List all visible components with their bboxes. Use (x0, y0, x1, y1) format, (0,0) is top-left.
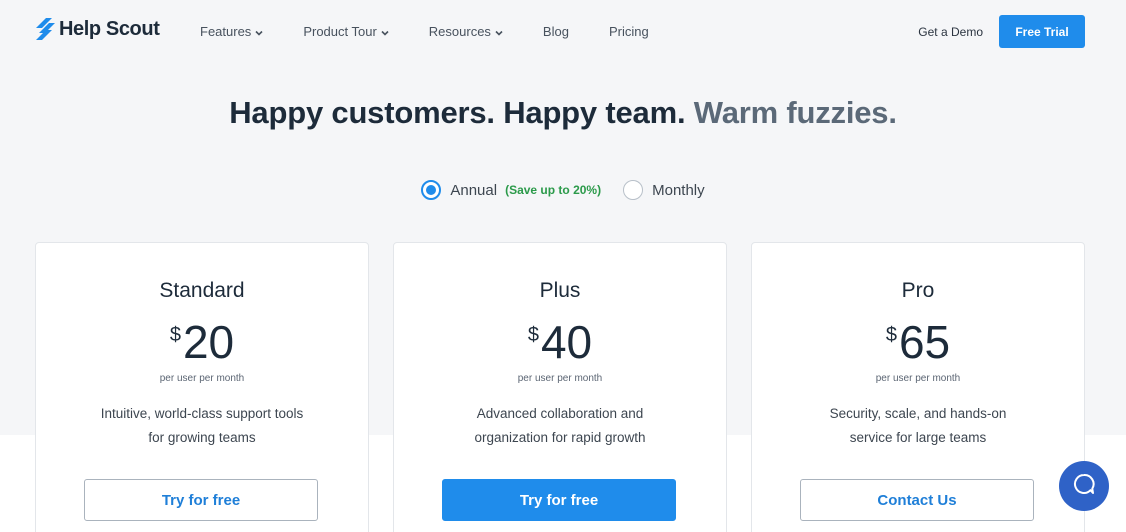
free-trial-button[interactable]: Free Trial (999, 15, 1085, 48)
nav-item-label: Features (200, 24, 252, 39)
nav-item-features[interactable]: Features (200, 24, 263, 39)
plan-description: Security, scale, and hands-on service fo… (752, 402, 1084, 450)
plan-name: Plus (539, 279, 581, 302)
top-navigation: Help Scout Features Product Tour Resourc… (0, 0, 1126, 64)
nav-item-label: Blog (542, 24, 569, 39)
nav-item-blog[interactable]: Blog (543, 24, 569, 39)
logo-text: Help Scout (59, 17, 160, 40)
price-amount: 65 (898, 316, 951, 368)
chat-bubble-icon (1072, 472, 1096, 501)
price-amount: 40 (540, 316, 593, 368)
annual-radio[interactable] (421, 180, 442, 200)
plan-name: Standard (159, 279, 245, 302)
nav-links: Features Product Tour Resources Blog Pri… (200, 24, 689, 39)
radio-selected-dot (426, 185, 437, 195)
price-unit: per user per month (517, 373, 603, 384)
annual-label[interactable]: Annual (450, 182, 497, 199)
headline-main: Happy customers. Happy team. (229, 95, 686, 130)
monthly-label[interactable]: Monthly (652, 182, 705, 199)
plan-card-pro: Pro $ 65 per user per month Security, sc… (751, 242, 1085, 532)
price-unit: per user per month (875, 373, 961, 384)
pro-contact-us-button[interactable]: Contact Us (800, 479, 1034, 521)
standard-try-for-free-button[interactable]: Try for free (84, 479, 318, 521)
plan-price: $ 65 (752, 317, 1084, 367)
help-scout-logo[interactable]: Help Scout (35, 17, 160, 41)
chat-bubble-button[interactable] (1059, 461, 1109, 511)
nav-item-label: Resources (428, 24, 491, 39)
plus-try-for-free-button[interactable]: Try for free (442, 479, 676, 521)
nav-item-label: Pricing (608, 24, 649, 39)
page-headline: Happy customers. Happy team. Warm fuzzie… (0, 95, 1126, 131)
nav-item-product-tour[interactable]: Product Tour (303, 24, 389, 39)
plan-description-line: organization for rapid growth (474, 430, 646, 445)
monthly-radio[interactable] (623, 180, 644, 200)
headline-soft: Warm fuzzies. (693, 95, 897, 130)
nav-item-pricing[interactable]: Pricing (609, 24, 649, 39)
nav-item-label: Product Tour (303, 24, 377, 39)
billing-period-toggle: Annual (Save up to 20%) Monthly (0, 180, 1126, 200)
price-currency: $ (885, 324, 897, 346)
price-currency: $ (169, 324, 181, 346)
plan-name: Pro (901, 279, 935, 302)
plan-description-line: for growing teams (148, 430, 256, 445)
price-amount: 20 (182, 316, 235, 368)
help-scout-logo-icon (35, 17, 57, 41)
annual-savings-note: (Save up to 20%) (505, 183, 602, 197)
chevron-down-icon (495, 24, 503, 39)
plan-price: $ 40 (394, 317, 726, 367)
nav-item-resources[interactable]: Resources (429, 24, 503, 39)
plan-price: $ 20 (36, 317, 368, 367)
price-currency: $ (527, 324, 539, 346)
plan-description-line: Security, scale, and hands-on (829, 406, 1007, 421)
plan-card-standard: Standard $ 20 per user per month Intuiti… (35, 242, 369, 532)
plan-description: Advanced collaboration and organization … (394, 402, 726, 450)
nav-actions: Get a Demo Free Trial (918, 15, 1085, 48)
plan-description-line: Intuitive, world-class support tools (100, 406, 304, 421)
price-unit: per user per month (159, 373, 245, 384)
get-a-demo-link[interactable]: Get a Demo (918, 25, 983, 39)
plan-description-line: service for large teams (849, 430, 987, 445)
chevron-down-icon (255, 24, 263, 39)
plan-description-line: Advanced collaboration and (476, 406, 644, 421)
plan-description: Intuitive, world-class support tools for… (36, 402, 368, 450)
chevron-down-icon (381, 24, 389, 39)
plan-card-plus: Plus $ 40 per user per month Advanced co… (393, 242, 727, 532)
